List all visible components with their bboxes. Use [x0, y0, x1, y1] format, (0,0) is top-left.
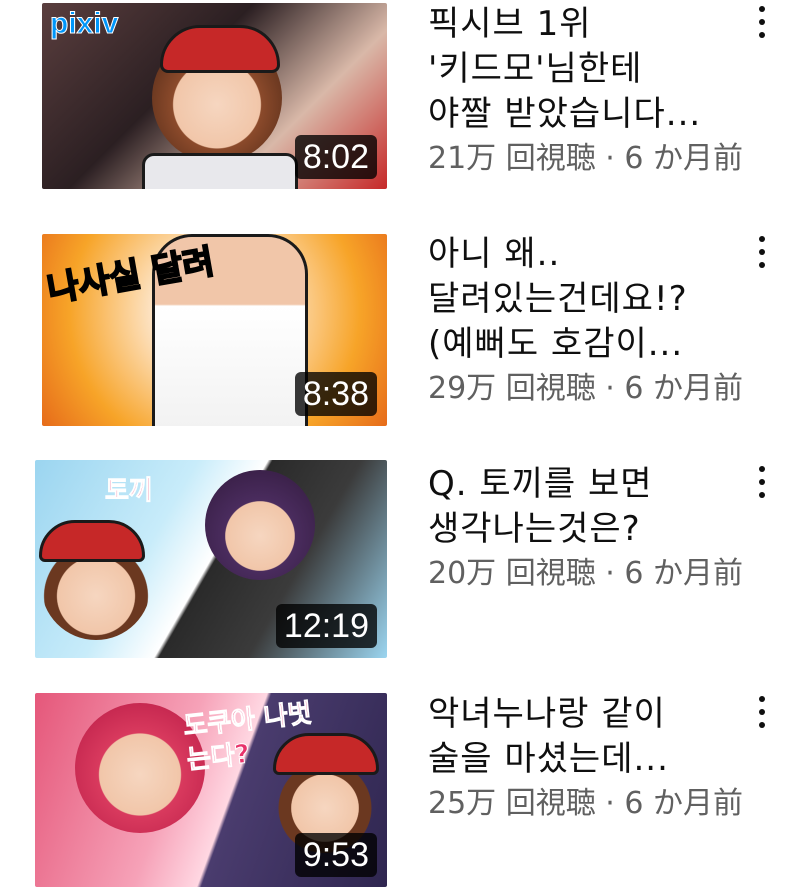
- upload-age: 6 か月前: [624, 371, 743, 406]
- video-meta: 25万 回視聴 · 6 か月前: [428, 784, 748, 824]
- video-thumbnail[interactable]: 토끼 12:19: [35, 460, 387, 658]
- video-thumbnail[interactable]: 나사실 달려 8:38: [42, 234, 387, 426]
- hat-shape: [160, 25, 280, 73]
- laptop-shape: [142, 153, 298, 189]
- upload-age: 6 か月前: [624, 556, 743, 591]
- video-title-line: 야짤 받았습니다...: [428, 94, 702, 134]
- more-options-icon[interactable]: [754, 232, 770, 272]
- thumbnail-overlay-text: 도쿠아 나벗는다?: [182, 698, 314, 776]
- video-title-line: 픽시브 1위: [428, 4, 592, 44]
- view-count: 29万 回視聴: [428, 371, 596, 406]
- video-item[interactable]: pixiv 8:02 픽시브 1위 '키드모'님한테 야짤 받았습니다... 2…: [0, 0, 800, 200]
- video-meta: 29万 回視聴 · 6 か月前: [428, 369, 748, 409]
- meta-separator: ·: [595, 371, 625, 406]
- video-thumbnail[interactable]: pixiv 8:02: [42, 3, 387, 189]
- meta-separator: ·: [595, 786, 625, 821]
- video-info[interactable]: 아니 왜.. 달려있는건데요!? (예뻐도 호감이... 29万 回視聴 · 6…: [428, 232, 748, 409]
- more-options-icon[interactable]: [754, 462, 770, 502]
- meta-separator: ·: [595, 556, 625, 591]
- duration-badge: 12:19: [275, 604, 377, 648]
- meta-separator: ·: [595, 141, 625, 176]
- video-info[interactable]: Q. 토끼를 보면 생각나는것은? 20万 回視聴 · 6 か月前: [428, 462, 748, 594]
- video-title-line: 달려있는건데요!?: [428, 279, 688, 319]
- more-options-icon[interactable]: [754, 2, 770, 42]
- video-meta: 21万 回視聴 · 6 か月前: [428, 139, 748, 179]
- character-illustration: [205, 470, 315, 580]
- more-options-icon[interactable]: [754, 692, 770, 732]
- video-thumbnail[interactable]: 도쿠아 나벗는다? 9:53: [35, 693, 387, 887]
- video-meta: 20万 回視聴 · 6 か月前: [428, 554, 748, 594]
- view-count: 20万 回視聴: [428, 556, 596, 591]
- video-title-line: 술을 마셨는데...: [428, 739, 669, 779]
- video-title-line: 생각나는것은?: [428, 509, 641, 549]
- video-title-line: Q. 토끼를 보면: [428, 464, 653, 504]
- duration-badge: 8:02: [294, 135, 377, 179]
- video-info[interactable]: 악녀누나랑 같이 술을 마셨는데... 25万 回視聴 · 6 か月前: [428, 692, 748, 824]
- thumbnail-overlay-text: 토끼: [105, 476, 154, 507]
- hat-shape: [39, 520, 145, 562]
- video-item[interactable]: 토끼 12:19 Q. 토끼를 보면 생각나는것은? 20万 回視聴 · 6 か…: [0, 460, 800, 660]
- duration-badge: 9:53: [294, 833, 377, 877]
- view-count: 25万 回視聴: [428, 786, 596, 821]
- pixiv-logo: pixiv: [49, 7, 119, 41]
- video-item[interactable]: 도쿠아 나벗는다? 9:53 악녀누나랑 같이 술을 마셨는데... 25万 回…: [0, 690, 800, 890]
- video-title-line: '키드모'님한테: [428, 49, 643, 89]
- video-item[interactable]: 나사실 달려 8:38 아니 왜.. 달려있는건데요!? (예뻐도 호감이...…: [0, 230, 800, 430]
- video-info[interactable]: 픽시브 1위 '키드모'님한테 야짤 받았습니다... 21万 回視聴 · 6 …: [428, 2, 748, 179]
- video-title-line: (예뻐도 호감이...: [428, 324, 684, 364]
- upload-age: 6 か月前: [624, 786, 743, 821]
- video-title-line: 아니 왜..: [428, 234, 561, 274]
- duration-badge: 8:38: [294, 372, 377, 416]
- view-count: 21万 回視聴: [428, 141, 596, 176]
- video-title-line: 악녀누나랑 같이: [428, 694, 666, 734]
- upload-age: 6 か月前: [624, 141, 743, 176]
